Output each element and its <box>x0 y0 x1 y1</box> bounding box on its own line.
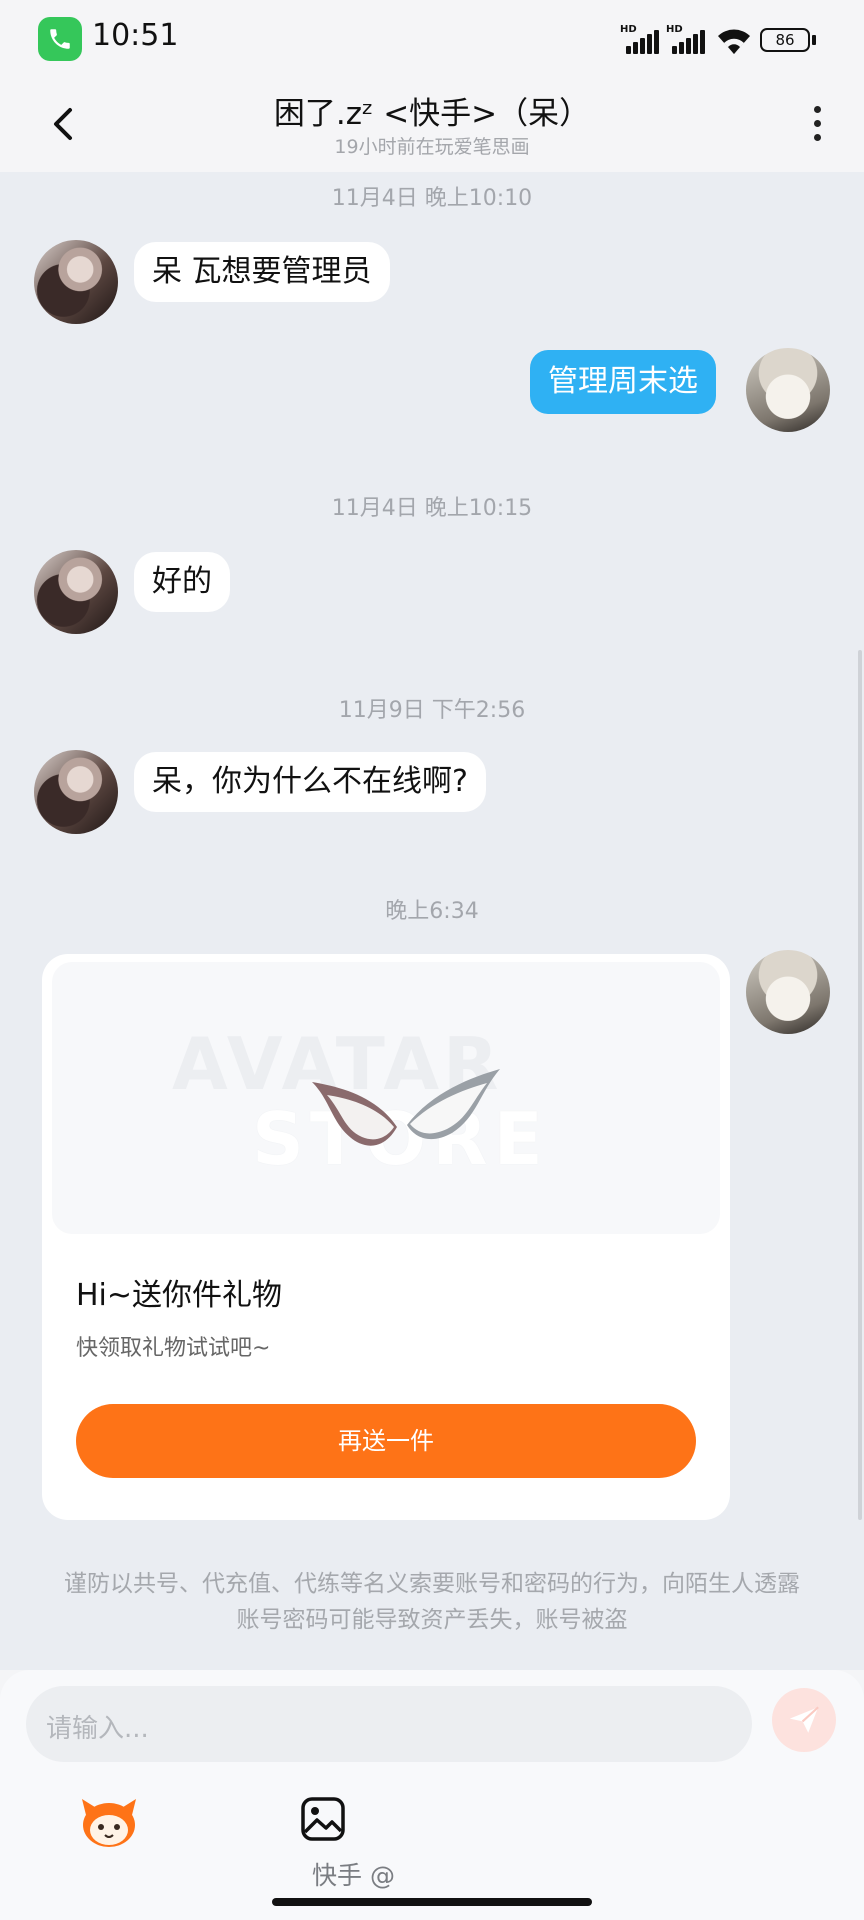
battery-tip <box>812 35 816 45</box>
cell-signal-1-icon: HD <box>620 24 660 56</box>
wifi-icon <box>715 24 753 56</box>
status-time: 10:51 <box>92 18 179 53</box>
kuaishou-mascot-button[interactable] <box>78 1795 140 1849</box>
home-indicator[interactable] <box>272 1898 592 1906</box>
chat-title[interactable]: 困了.zᶻ <快手>（呆） <box>0 88 864 133</box>
kuaishou-mascot-icon <box>82 1799 136 1847</box>
message-timestamp: 11月4日 晚上10:10 <box>331 186 533 211</box>
scrollbar[interactable] <box>858 650 862 1520</box>
my-avatar[interactable] <box>746 348 830 432</box>
send-another-gift-button[interactable]: 再送一件 <box>76 1404 696 1478</box>
gift-banner-image: AVATAR STORE <box>52 962 720 1234</box>
my-avatar[interactable] <box>746 950 830 1034</box>
received-message[interactable]: 好的 <box>134 552 230 612</box>
message-timestamp: 11月9日 下午2:56 <box>338 698 526 723</box>
received-message[interactable]: 呆 瓦想要管理员 <box>134 242 390 302</box>
ongoing-call-indicator[interactable] <box>38 17 82 61</box>
chat-subtitle: 19小时前在玩爱笔思画 <box>334 136 530 158</box>
gift-title: Hi~送你件礼物 <box>76 1278 283 1313</box>
message-input-placeholder: 请输入... <box>46 1714 149 1744</box>
image-picker-button[interactable] <box>300 1796 346 1842</box>
message-timestamp: 11月4日 晚上10:15 <box>331 496 533 521</box>
send-button[interactable] <box>772 1688 836 1752</box>
image-icon <box>301 1797 345 1841</box>
cell-signal-2-icon: HD <box>666 24 706 56</box>
send-icon <box>789 1706 819 1733</box>
received-message[interactable]: 呆，你为什么不在线啊? <box>134 752 486 812</box>
kuaishou-watermark: 快手 @ <box>312 1861 395 1890</box>
phone-icon <box>50 29 70 49</box>
security-warning: 谨防以共号、代充值、代练等名义索要账号和密码的行为，向陌生人透露账号密码可能导致… <box>64 1571 800 1633</box>
gift-subtitle: 快领取礼物试试吧~ <box>76 1336 271 1361</box>
signal-hd-label: HD <box>666 24 683 35</box>
contact-avatar[interactable] <box>34 550 118 634</box>
signal-hd-label: HD <box>620 24 637 35</box>
more-options-button[interactable] <box>808 100 828 148</box>
wings-gift-icon <box>312 1069 500 1146</box>
contact-avatar[interactable] <box>34 240 118 324</box>
battery-indicator: 86 <box>760 28 810 52</box>
message-timestamp: 晚上6:34 <box>385 899 479 924</box>
contact-avatar[interactable] <box>34 750 118 834</box>
sent-message[interactable]: 管理周末选 <box>530 350 716 414</box>
